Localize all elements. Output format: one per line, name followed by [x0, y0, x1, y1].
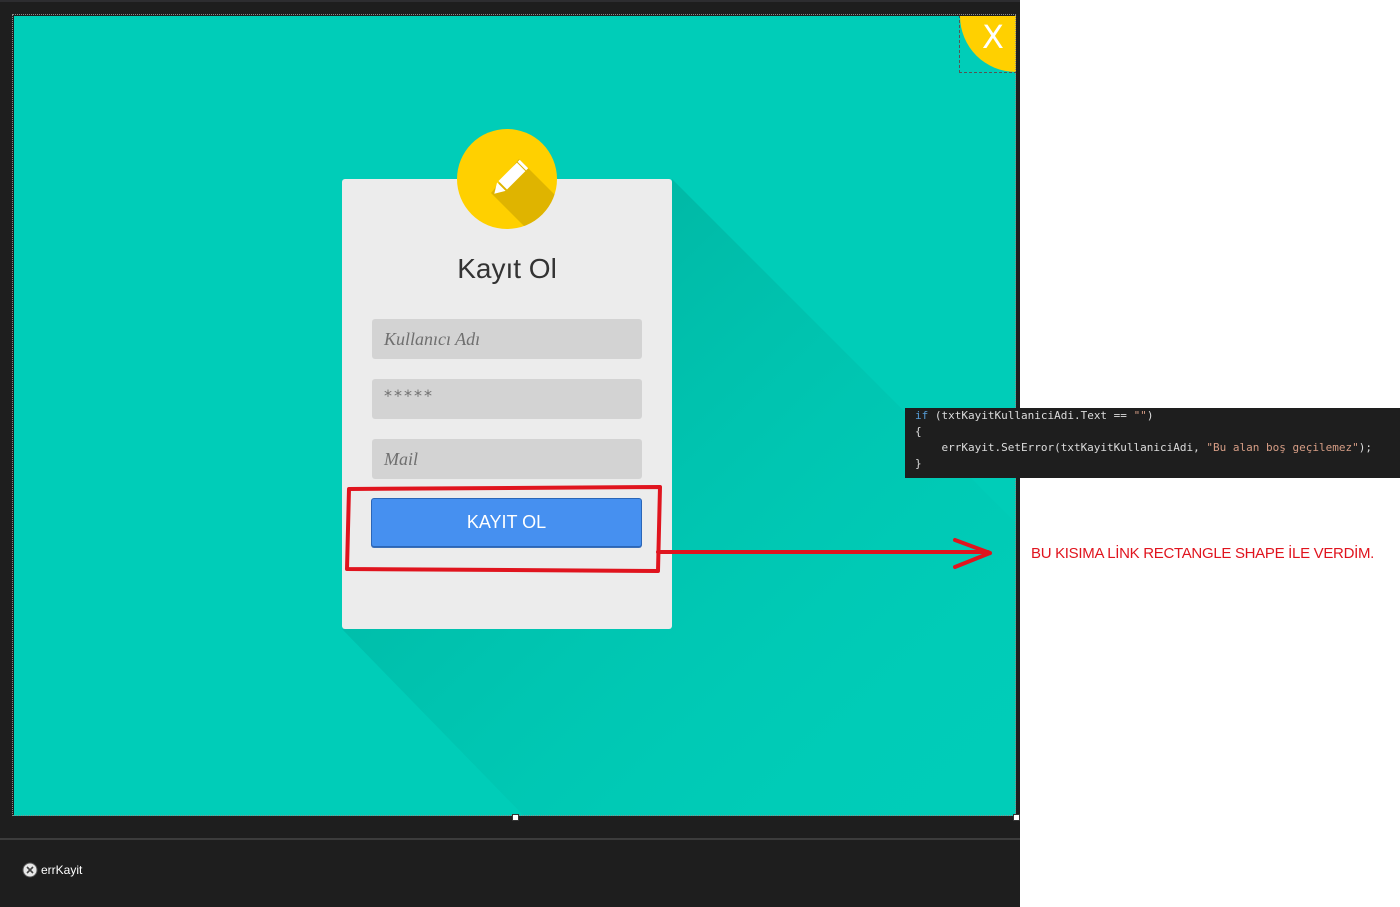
tray-item-label: errKayit: [41, 863, 83, 877]
code-snippet: if (txtKayitKullaniciAdi.Text == "") { e…: [905, 408, 1400, 478]
pencil-badge: [457, 129, 557, 229]
code-line-4: }: [915, 457, 922, 470]
code-line-2: {: [915, 425, 922, 438]
resize-grip-corner[interactable]: [1013, 814, 1020, 821]
code-line-3: errKayit.SetError(txtKayitKullaniciAdi, …: [915, 441, 1372, 454]
username-field[interactable]: Kullanıcı Adı: [372, 319, 642, 359]
code-line-1: if (txtKayitKullaniciAdi.Text == ""): [915, 409, 1154, 422]
card-title: Kayıt Ol: [457, 253, 557, 284]
pencil-icon: [491, 159, 557, 229]
register-button[interactable]: KAYIT OL: [371, 498, 642, 547]
close-button[interactable]: X: [982, 18, 1004, 56]
designer-top-border: [0, 0, 1020, 2]
password-field[interactable]: *****: [372, 379, 642, 419]
component-tray: errKayit: [0, 838, 1020, 907]
form-surface[interactable]: X Kayıt Ol Kullanıcı Adı ***** Mail KAYI…: [14, 16, 1016, 816]
mail-field[interactable]: Mail: [372, 439, 642, 479]
error-provider-icon: [22, 862, 38, 878]
tray-item-errkayit[interactable]: errKayit: [22, 862, 82, 878]
form-designer: X Kayıt Ol Kullanıcı Adı ***** Mail KAYI…: [0, 0, 1020, 907]
register-card: Kayıt Ol Kullanıcı Adı ***** Mail KAYIT …: [342, 179, 672, 629]
close-corner[interactable]: X: [959, 16, 1016, 73]
annotation-note: BU KISIMA LİNK RECTANGLE SHAPE İLE VERDİ…: [1031, 545, 1375, 562]
resize-grip-bottom[interactable]: [512, 814, 519, 821]
